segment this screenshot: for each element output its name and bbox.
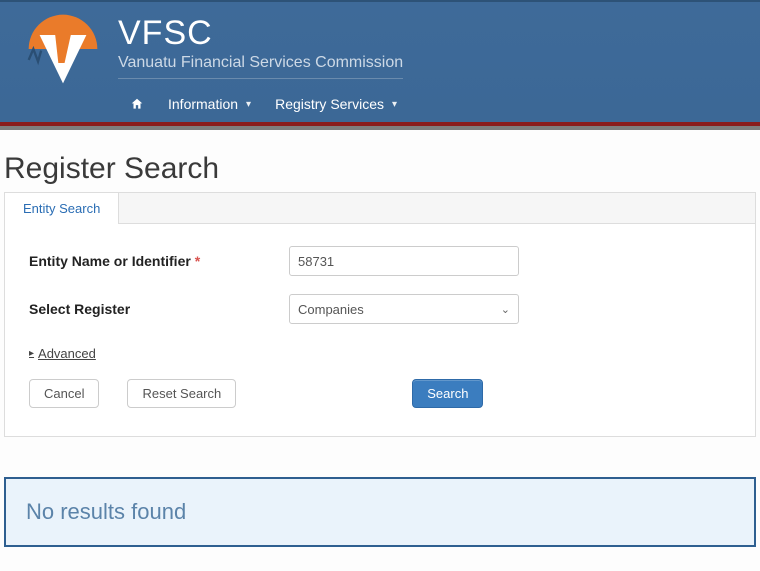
page-title: Register Search: [4, 152, 758, 186]
search-panel: Entity Search Entity Name or Identifier …: [4, 192, 756, 437]
results-message: No results found: [26, 499, 734, 525]
reset-button[interactable]: Reset Search: [127, 379, 236, 408]
triangle-right-icon: ▸: [29, 348, 34, 359]
tab-entity-search[interactable]: Entity Search: [4, 192, 119, 224]
nav-registry-services-label: Registry Services: [275, 96, 384, 112]
nav-information-label: Information: [168, 96, 238, 112]
cancel-button[interactable]: Cancel: [29, 379, 99, 408]
search-button[interactable]: Search: [412, 379, 483, 408]
advanced-label: Advanced: [38, 346, 96, 361]
advanced-toggle[interactable]: ▸ Advanced: [29, 346, 96, 361]
header: VFSC Vanuatu Financial Services Commissi…: [0, 0, 760, 122]
main-nav: Information ▾ Registry Services ▾: [0, 88, 760, 122]
chevron-down-icon: ⌄: [501, 303, 510, 316]
chevron-down-icon: ▾: [392, 99, 397, 110]
nav-home[interactable]: [130, 97, 144, 111]
register-select[interactable]: Companies ⌄: [289, 294, 519, 324]
nav-information[interactable]: Information ▾: [168, 96, 251, 112]
register-label: Select Register: [29, 301, 289, 317]
entity-input[interactable]: [289, 246, 519, 276]
entity-label: Entity Name or Identifier *: [29, 253, 289, 269]
brand-title: VFSC: [118, 16, 403, 50]
chevron-down-icon: ▾: [246, 99, 251, 110]
required-marker: *: [195, 253, 200, 269]
brand-subtitle: Vanuatu Financial Services Commission: [118, 54, 403, 79]
logo-svg: [24, 10, 102, 88]
tabs: Entity Search: [5, 193, 755, 224]
results-panel: No results found: [4, 477, 756, 547]
nav-registry-services[interactable]: Registry Services ▾: [275, 96, 397, 112]
home-icon: [130, 97, 144, 111]
register-select-value: Companies: [298, 302, 364, 317]
entity-label-text: Entity Name or Identifier: [29, 253, 191, 269]
logo: [24, 10, 102, 88]
